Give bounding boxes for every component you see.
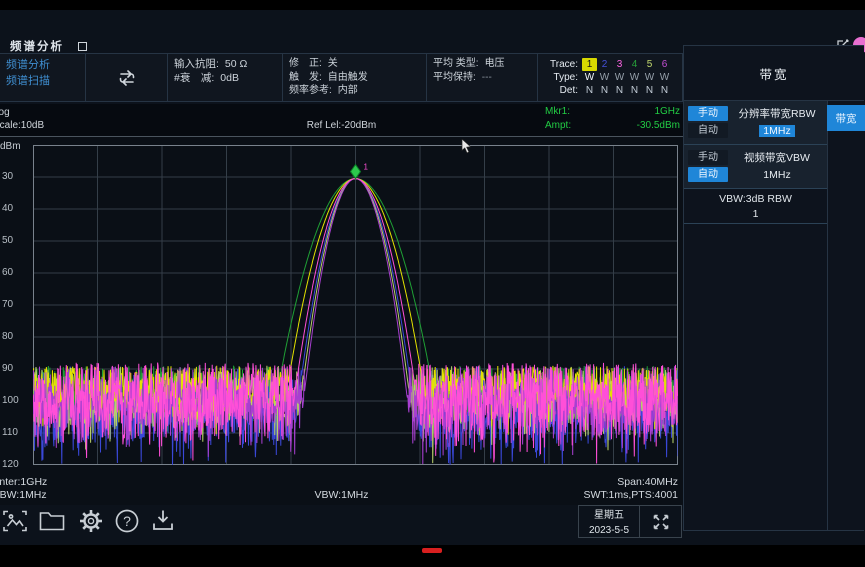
impedance-info: 输入抗阻: 50 Ω #衰 减: 0dB (168, 54, 283, 101)
nav-spectrum-analysis[interactable]: 频谱分析 (6, 57, 79, 73)
attenuation-value: 0dB (220, 71, 239, 85)
vbw-value-field[interactable]: 1MHz (730, 169, 824, 181)
y-tick-label: 110 (2, 427, 30, 438)
app-window: 频谱分析 频谱分析 频谱扫描 输入抗阻: 50 Ω #衰 减: 0dB 修 正: 关 … (0, 10, 865, 545)
vbw-manual-button[interactable]: 手动 (688, 150, 728, 165)
det-row-label: Det: (542, 84, 578, 97)
rbw-label: 分辨率带宽RBW (730, 106, 824, 121)
marker-freq: 1GHz (560, 106, 680, 117)
correction-label: 修 正: (289, 57, 322, 71)
correction-value: 关 (328, 57, 338, 71)
trace-3-button[interactable]: 3 (612, 58, 627, 71)
trace-type: W (612, 71, 627, 84)
vbw-auto-button[interactable]: 自动 (688, 167, 728, 182)
panel-title: 带宽 (684, 46, 864, 101)
trace-row-label: Trace: (542, 58, 578, 71)
y-tick-label: 50 (2, 235, 30, 246)
impedance-label: 输入抗阻: (174, 57, 219, 71)
trigger-value: 自由触发 (328, 71, 368, 85)
swt-readout: SWT:1ms,PTS:4001 (478, 489, 678, 501)
weekday: 星期五 (579, 508, 639, 523)
avg-hold-value: --- (482, 71, 492, 85)
trace-det: N (612, 84, 627, 97)
freq-ref-value: 内部 (338, 84, 358, 98)
status-header: LogScale:10dB Ref Lel:-20dBm Mkr1: 1GHz … (0, 104, 683, 137)
mode-nav: 频谱分析 频谱扫描 (0, 54, 86, 101)
y-tick-label: 40 (2, 203, 30, 214)
mouse-cursor (461, 139, 472, 154)
vbw-ratio-row: VBW:3dB RBW 1 (684, 189, 827, 224)
trigger-label: 触 发: (289, 71, 322, 85)
y-tick-label: 70 (2, 299, 30, 310)
save-icon[interactable] (150, 508, 176, 534)
trace-type: W (582, 71, 597, 84)
expand-icon[interactable] (640, 505, 682, 538)
trace-type: W (627, 71, 642, 84)
repeat-icon (115, 67, 139, 89)
y-tick-label: 80 (2, 331, 30, 342)
vbw-row: 手动 自动 视频带宽VBW 1MHz (684, 145, 827, 189)
spectrum-chart: 1 (33, 145, 678, 465)
panel-settings-column: 手动 自动 分辨率带宽RBW 1MHz 手动 自动 视频带宽VBW 1MHz V… (684, 101, 828, 531)
marker-1-label: 1 (364, 163, 369, 172)
attenuation-label: #衰 减: (174, 71, 214, 85)
trace-5-button[interactable]: 5 (642, 58, 657, 71)
rbw-auto-button[interactable]: 自动 (688, 123, 728, 138)
avg-hold-label: 平均保持: (433, 71, 476, 85)
trace-det: N (657, 84, 672, 97)
y-tick-label: 120 (2, 459, 30, 470)
y-tick-label: 100 (2, 395, 30, 406)
freq-ref-label: 频率参考: (289, 84, 332, 98)
trace-table: Trace:123456 Type:WWWWWW Det:NNNNNN (538, 54, 683, 101)
bandwidth-menu-button[interactable]: 带宽 (827, 105, 865, 131)
center-freq-readout: Center:1GHz (0, 476, 47, 488)
rbw-row: 手动 自动 分辨率带宽RBW 1MHz (684, 101, 827, 145)
date: 2023-5-5 (579, 523, 639, 538)
tab-indicator-icon[interactable] (78, 42, 87, 51)
average-info: 平均 类型: 电压 平均保持: --- (427, 54, 538, 101)
trace-type: W (657, 71, 672, 84)
svg-text:?: ? (123, 513, 131, 529)
span-readout: Span:40MHz (478, 476, 678, 488)
trace-2-button[interactable]: 2 (597, 58, 612, 71)
rbw-value-field[interactable]: 1MHz (759, 125, 794, 137)
trace-det: N (642, 84, 657, 97)
trigger-info: 修 正: 关 触 发: 自由触发 频率参考: 内部 (283, 54, 427, 101)
help-icon[interactable]: ? (114, 508, 140, 534)
trace-1-button[interactable]: 1 (582, 58, 597, 71)
marker-ampt-value: -30.5dBm (540, 120, 680, 131)
page-title: 频谱分析 (10, 38, 64, 54)
nav-spectrum-sweep[interactable]: 频谱扫描 (6, 73, 79, 89)
type-row-label: Type: (542, 71, 578, 84)
y-tick-label: 30 (2, 171, 30, 182)
avg-type-value: 电压 (485, 57, 505, 71)
trace-type: W (642, 71, 657, 84)
top-toolbar: 频谱分析 频谱扫描 输入抗阻: 50 Ω #衰 减: 0dB 修 正: 关 触 发: 自… (0, 53, 683, 102)
avg-type-label: 平均 类型: (433, 57, 479, 71)
spectrum-display: dBm 30 40 50 60 70 80 90 100 110 120 1 (0, 137, 683, 505)
rbw-manual-button[interactable]: 手动 (688, 106, 728, 121)
bottom-toolbar: ? 星期五 2023-5-5 (0, 505, 683, 545)
trace-det: N (582, 84, 597, 97)
gear-icon[interactable] (78, 508, 104, 534)
vbw-ratio-label: VBW:3dB RBW (688, 192, 823, 207)
red-progress-bar[interactable] (422, 548, 442, 553)
trace-det: N (627, 84, 642, 97)
y-tick-label: 90 (2, 363, 30, 374)
screenshot-icon[interactable] (2, 508, 28, 534)
trace-4-button[interactable]: 4 (627, 58, 642, 71)
y-axis-unit: dBm (0, 141, 21, 152)
trace-type: W (597, 71, 612, 84)
vbw-label: 视频带宽VBW (730, 150, 824, 165)
screen: { "window": { "title": "频谱分析" }, "toolba… (0, 0, 865, 567)
vbw-ratio-value[interactable]: 1 (688, 207, 823, 222)
trace-6-button[interactable]: 6 (657, 58, 672, 71)
folder-icon[interactable] (38, 508, 66, 534)
date-display: 星期五 2023-5-5 (578, 505, 640, 538)
impedance-value: 50 Ω (225, 57, 247, 71)
continuous-sweep-button[interactable] (86, 54, 168, 101)
trace-det: N (597, 84, 612, 97)
y-tick-label: 60 (2, 267, 30, 278)
